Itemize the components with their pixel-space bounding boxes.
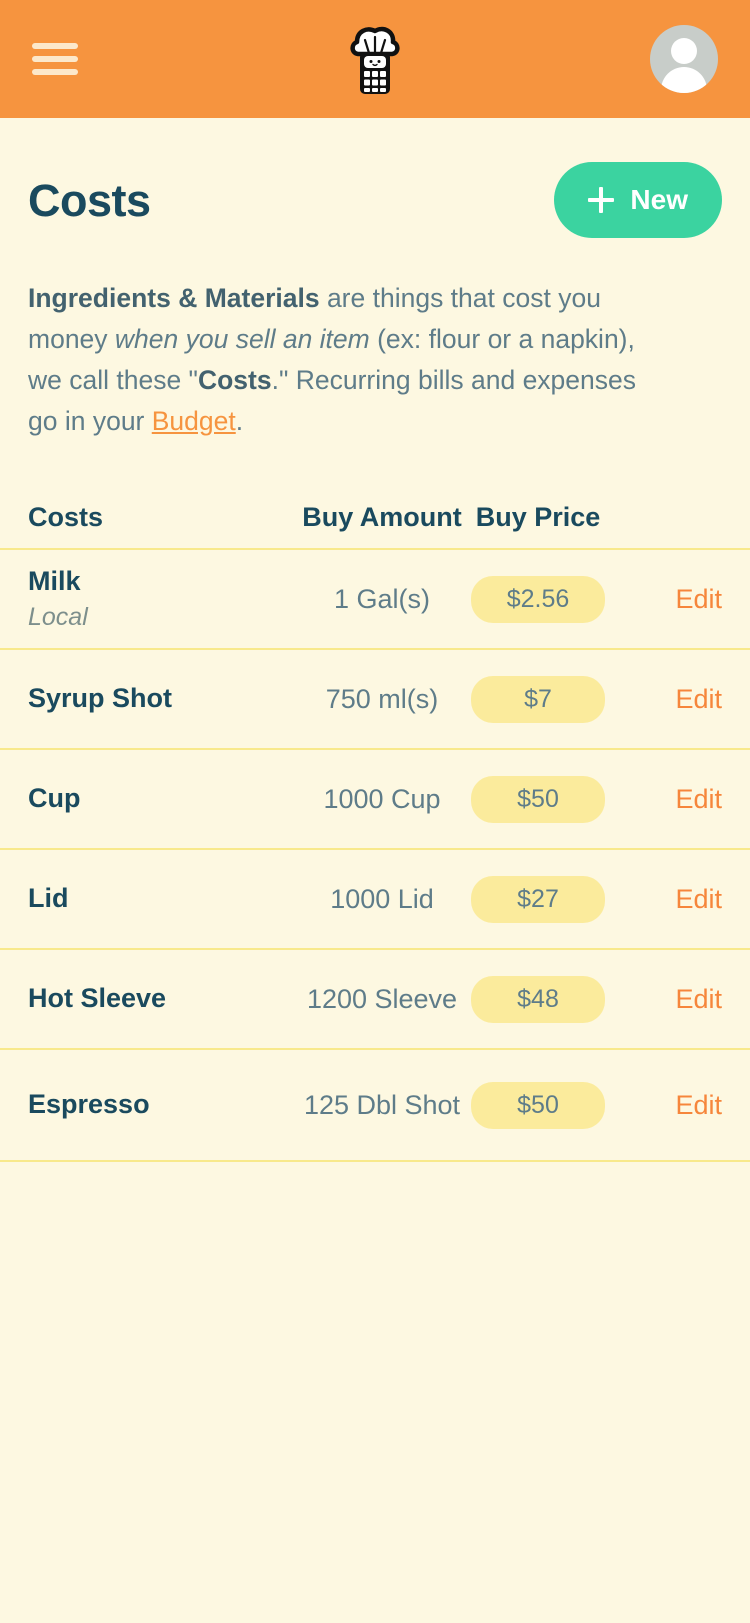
hamburger-menu-icon[interactable] — [32, 39, 78, 79]
buy-price-cell: $50 — [468, 776, 608, 823]
buy-amount-value: 1 Gal(s) — [296, 582, 468, 617]
cost-name-cell: Hot Sleeve — [28, 982, 296, 1016]
table-row: Lid1000 Lid$27 Edit — [0, 848, 750, 948]
table-body: MilkLocal1 Gal(s)$2.56EditSyrup Shot750 … — [0, 548, 750, 1160]
cost-name: Espresso — [28, 1088, 296, 1122]
cost-subtitle: Local — [28, 601, 296, 634]
table-row: Hot Sleeve1200 Sleeve$48 Edit — [0, 948, 750, 1048]
edit-cell: Edit — [608, 784, 722, 815]
hamburger-bar — [32, 43, 78, 49]
description-part4: . — [236, 406, 243, 436]
buy-price-cell: $50 — [468, 1082, 608, 1129]
budget-link[interactable]: Budget — [152, 406, 236, 436]
avatar-head — [671, 38, 697, 64]
buy-price-cell: $7 — [468, 676, 608, 723]
app-root: Costs New Ingredients & Materials are th… — [0, 0, 750, 1623]
add-new-cost-label: New — [630, 184, 688, 216]
costs-table: Costs Buy Amount Buy Price MilkLocal1 Ga… — [0, 486, 750, 1162]
chef-hat-calculator-logo-svg — [343, 22, 407, 96]
cost-name: Milk — [28, 565, 296, 599]
avatar-body — [661, 67, 707, 93]
edit-cell: Edit — [608, 1090, 722, 1121]
page-title: Costs — [28, 178, 151, 223]
column-header-buy-price: Buy Price — [468, 502, 608, 533]
edit-cost-link[interactable]: Edit — [675, 884, 722, 914]
buy-price-cell: $27 — [468, 876, 608, 923]
buy-price-badge: $50 — [471, 776, 605, 823]
table-row: Syrup Shot750 ml(s)$7 Edit — [0, 648, 750, 748]
column-header-costs: Costs — [28, 502, 296, 533]
buy-amount-value: 125 Dbl Shot — [296, 1088, 468, 1123]
cost-name: Cup — [28, 782, 296, 816]
cost-name: Lid — [28, 882, 296, 916]
buy-amount-cell: 1000 Cup — [296, 782, 468, 817]
description-bold-costs: Costs — [198, 365, 272, 395]
buy-amount-value: 750 ml(s) — [296, 682, 468, 717]
hamburger-bar — [32, 56, 78, 62]
edit-cell: Edit — [608, 884, 722, 915]
app-header — [0, 0, 750, 118]
hamburger-bar — [32, 69, 78, 75]
buy-price-badge: $48 — [471, 976, 605, 1023]
column-header-buy-amount: Buy Amount — [296, 502, 468, 533]
user-avatar-icon[interactable] — [650, 25, 718, 93]
plus-icon — [588, 187, 614, 213]
edit-cost-link[interactable]: Edit — [675, 584, 722, 614]
cost-name-cell: Lid — [28, 882, 296, 916]
description-italic: when you sell an item — [115, 324, 370, 354]
cost-name-cell: Syrup Shot — [28, 682, 296, 716]
table-row: Espresso125 Dbl Shot$50 Edit — [0, 1048, 750, 1160]
buy-amount-value: 1000 Lid — [296, 882, 468, 917]
buy-price-cell: $48 — [468, 976, 608, 1023]
edit-cost-link[interactable]: Edit — [675, 984, 722, 1014]
buy-amount-cell: 1000 Lid — [296, 882, 468, 917]
add-new-cost-button[interactable]: New — [554, 162, 722, 238]
cost-name: Syrup Shot — [28, 682, 296, 716]
cost-name-cell: MilkLocal — [28, 565, 296, 633]
table-header-row: Costs Buy Amount Buy Price — [0, 486, 750, 548]
buy-amount-cell: 750 ml(s) — [296, 682, 468, 717]
buy-price-badge: $2.56 — [471, 576, 605, 623]
edit-cost-link[interactable]: Edit — [675, 1090, 722, 1120]
cost-name-cell: Cup — [28, 782, 296, 816]
buy-amount-value: 1200 Sleeve — [296, 982, 468, 1017]
edit-cell: Edit — [608, 984, 722, 1015]
buy-amount-cell: 1200 Sleeve — [296, 982, 468, 1017]
page-description: Ingredients & Materials are things that … — [0, 238, 700, 442]
page-title-row: Costs New — [0, 118, 750, 238]
edit-cost-link[interactable]: Edit — [675, 684, 722, 714]
edit-cell: Edit — [608, 684, 722, 715]
buy-price-badge: $50 — [471, 1082, 605, 1129]
table-row: MilkLocal1 Gal(s)$2.56 Edit — [0, 548, 750, 648]
buy-amount-cell: 125 Dbl Shot — [296, 1088, 468, 1123]
table-bottom-divider — [0, 1160, 750, 1162]
buy-amount-value: 1000 Cup — [296, 782, 468, 817]
buy-amount-cell: 1 Gal(s) — [296, 582, 468, 617]
description-bold-lead: Ingredients & Materials — [28, 283, 320, 313]
buy-price-cell: $2.56 — [468, 576, 608, 623]
edit-cell: Edit — [608, 584, 722, 615]
table-row: Cup1000 Cup$50 Edit — [0, 748, 750, 848]
chef-hat-calculator-logo[interactable] — [343, 22, 407, 96]
cost-name-cell: Espresso — [28, 1088, 296, 1122]
cost-name: Hot Sleeve — [28, 982, 296, 1016]
buy-price-badge: $7 — [471, 676, 605, 723]
edit-cost-link[interactable]: Edit — [675, 784, 722, 814]
buy-price-badge: $27 — [471, 876, 605, 923]
